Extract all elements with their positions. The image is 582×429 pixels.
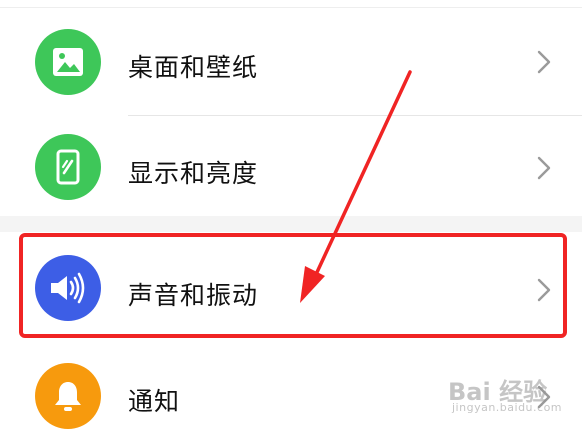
display-brightness-icon	[35, 134, 101, 200]
settings-item-label: 显示和亮度	[128, 159, 259, 188]
settings-item-label: 通知	[128, 387, 181, 416]
notification-bell-icon	[35, 363, 101, 429]
chevron-right-icon	[537, 156, 551, 180]
settings-item-display[interactable]: 显示和亮度	[0, 116, 582, 216]
settings-item-label: 声音和振动	[128, 281, 259, 310]
wallpaper-icon	[35, 29, 101, 95]
sound-vibration-icon	[35, 255, 101, 321]
settings-item-notification[interactable]: 通知	[0, 340, 582, 429]
chevron-right-icon	[537, 50, 551, 74]
group-separator	[0, 216, 582, 232]
settings-item-sound[interactable]: 声音和振动	[0, 232, 582, 340]
settings-item-wallpaper[interactable]: 桌面和壁纸	[0, 8, 582, 116]
settings-item-label: 桌面和壁纸	[128, 53, 259, 82]
settings-screen: 桌面和壁纸 显示和亮度 声音和振动 通知 Bai 经验 jingyan.baid…	[0, 0, 582, 429]
chevron-right-icon	[537, 278, 551, 302]
chevron-right-icon	[537, 385, 551, 409]
